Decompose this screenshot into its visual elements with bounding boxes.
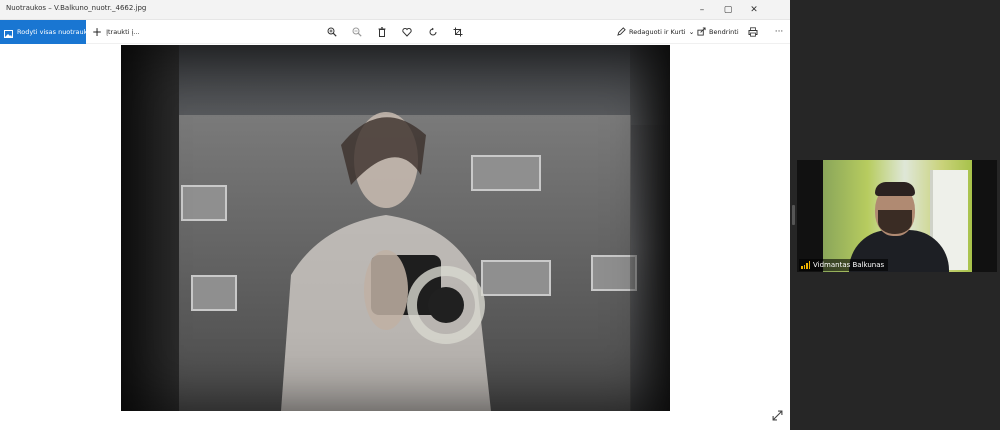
add-to-label: Įtraukti į... <box>106 28 140 36</box>
panel-resize-handle[interactable] <box>792 205 795 225</box>
plus-icon: + <box>92 25 103 39</box>
fullscreen-icon[interactable] <box>770 408 784 422</box>
zoom-in-icon[interactable] <box>324 24 340 40</box>
photo-viewer-image[interactable] <box>121 45 670 411</box>
share-label: Bendrinti <box>709 28 739 36</box>
meeting-stage: Nuotraukos – V.Balkuno_nuotr._4662.jpg –… <box>0 0 1000 430</box>
audio-level-icon <box>801 261 810 269</box>
photos-icon <box>4 23 13 42</box>
print-icon[interactable] <box>745 24 761 40</box>
more-icon[interactable]: ··· <box>771 24 787 40</box>
window-title: Nuotraukos – V.Balkuno_nuotr._4662.jpg <box>6 4 147 12</box>
add-to-button[interactable]: + Įtraukti į... <box>92 20 140 44</box>
participant-video <box>823 160 972 272</box>
minimize-button[interactable]: – <box>689 0 715 20</box>
view-all-photos-label: Rodyti visas nuotraukas <box>17 28 95 36</box>
video-person-beard <box>878 210 912 234</box>
edit-icon <box>617 26 626 38</box>
chevron-down-icon: ⌄ <box>688 28 695 36</box>
participant-video-tile[interactable]: Vidmantas Balkunas <box>797 160 997 272</box>
crop-icon[interactable] <box>450 24 466 40</box>
toolbar: Rodyti visas nuotraukas + Įtraukti į... <box>0 20 790 44</box>
zoom-out-icon[interactable] <box>349 24 365 40</box>
delete-icon[interactable] <box>374 24 390 40</box>
maximize-button[interactable]: ▢ <box>715 0 741 20</box>
favorite-icon[interactable] <box>399 24 415 40</box>
edit-create-label: Redaguoti ir Kurti <box>629 28 686 36</box>
view-all-photos-button[interactable]: Rodyti visas nuotraukas <box>0 20 95 44</box>
photo-vignette <box>121 45 670 411</box>
video-person-hair <box>875 182 915 196</box>
participant-name-tag: Vidmantas Balkunas <box>799 259 889 271</box>
participant-name: Vidmantas Balkunas <box>813 261 885 269</box>
share-button[interactable]: Bendrinti <box>697 20 739 44</box>
close-button[interactable]: ✕ <box>741 0 767 20</box>
edit-create-button[interactable]: Redaguoti ir Kurti ⌄ <box>617 20 694 44</box>
photos-app-window: Nuotraukos – V.Balkuno_nuotr._4662.jpg –… <box>0 0 790 430</box>
title-bar: Nuotraukos – V.Balkuno_nuotr._4662.jpg –… <box>0 0 790 20</box>
share-icon <box>697 26 706 38</box>
rotate-icon[interactable] <box>425 24 441 40</box>
